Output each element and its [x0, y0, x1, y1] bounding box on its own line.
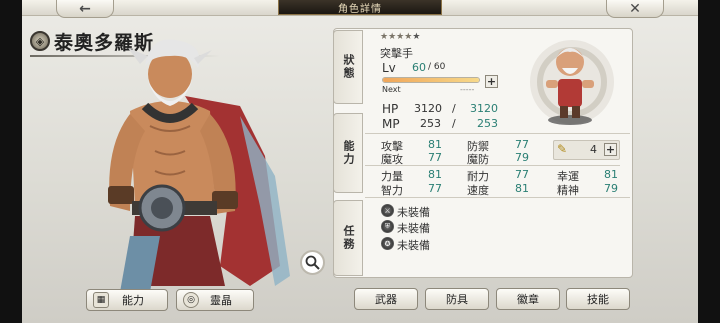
feather-icon: ✎ [557, 142, 568, 156]
plus-icon: + [486, 75, 497, 88]
ability-grid-icon: ▦ [93, 292, 109, 308]
stat-points-value: 4 [590, 143, 597, 156]
spirit-crystal-button[interactable]: ◎ 靈晶 [176, 289, 254, 311]
divider [365, 133, 630, 134]
ability-button[interactable]: ▦ 能力 [86, 289, 168, 311]
tab-status[interactable]: 狀態 [333, 30, 363, 104]
stat-value: 81 [428, 168, 442, 181]
spirit-crystal-label: 靈晶 [210, 294, 232, 307]
equip-slot-3-icon: ✪ [381, 237, 394, 250]
tab-skill[interactable]: 技能 [566, 288, 630, 310]
stat-label: 智力 [381, 184, 403, 197]
screen-edge-left [0, 0, 22, 323]
shield-emblem-icon: ◈ [30, 31, 50, 51]
level-progress-fill [383, 78, 479, 82]
magnifier-icon [305, 255, 320, 270]
star-icon: ★ [380, 32, 389, 42]
hp-max: 3120 [470, 102, 498, 115]
stat-label: 精神 [557, 184, 579, 197]
mp-label: MP [382, 117, 400, 131]
screen-edge-right [698, 0, 720, 323]
rarity-stars: ★★★★★ [380, 32, 420, 42]
tab-ability[interactable]: 能力 [333, 113, 363, 193]
stat-label: 速度 [467, 184, 489, 197]
stat-value: 77 [515, 168, 529, 181]
crystal-icon: ◎ [183, 292, 199, 308]
stat-value: 81 [515, 182, 529, 195]
page-title: 角色詳情 [278, 0, 442, 15]
back-arrow-icon: ← [79, 0, 91, 17]
class-name: 突擊手 [380, 47, 413, 60]
equip-slot-1-icon: ⚔ [381, 204, 394, 217]
equip-slot-label[interactable]: 未裝備 [397, 220, 430, 236]
stat-value: 79 [604, 182, 618, 195]
level-max: / 60 [428, 62, 446, 72]
equip-slot-label[interactable]: 未裝備 [397, 204, 430, 220]
level-up-button[interactable]: + [485, 75, 498, 88]
chibi-figure [530, 40, 614, 125]
back-button[interactable]: ← [56, 0, 114, 18]
hp-current: 3120 [414, 102, 442, 115]
stat-value: 81 [428, 138, 442, 151]
divider [365, 197, 630, 198]
next-value: ----- [460, 85, 475, 94]
tab-badge[interactable]: 徽章 [496, 288, 560, 310]
stat-value: 77 [515, 138, 529, 151]
divider [365, 165, 620, 166]
chibi-portrait [506, 34, 626, 128]
add-stat-button[interactable]: + [604, 143, 617, 156]
hp-label: HP [382, 102, 399, 116]
hp-separator: / [452, 102, 456, 115]
close-button[interactable]: ✕ [606, 0, 664, 18]
stat-value: 79 [515, 151, 529, 164]
star-icon: ★ [412, 32, 421, 42]
character-portrait [108, 39, 290, 292]
level-label: Lv [382, 61, 396, 75]
mp-max: 253 [477, 117, 498, 130]
zoom-button[interactable] [300, 250, 325, 275]
equip-slot-label[interactable]: 未裝備 [397, 237, 430, 253]
stat-value: 81 [604, 168, 618, 181]
stat-value: 77 [428, 182, 442, 195]
plus-icon: + [605, 143, 616, 156]
level-progress-bar [382, 77, 480, 83]
mp-separator: / [452, 117, 456, 130]
next-label: Next [382, 85, 401, 94]
tab-task[interactable]: 任務 [333, 200, 363, 276]
close-icon: ✕ [629, 0, 641, 17]
tab-armor[interactable]: 防具 [425, 288, 489, 310]
star-icon: ★ [388, 32, 397, 42]
tab-weapon[interactable]: 武器 [354, 288, 418, 310]
mp-current: 253 [420, 117, 441, 130]
level-value: 60 [412, 61, 426, 74]
ability-button-label: 能力 [122, 294, 144, 307]
stat-value: 77 [428, 151, 442, 164]
equip-slot-2-icon: ⛨ [381, 220, 394, 233]
